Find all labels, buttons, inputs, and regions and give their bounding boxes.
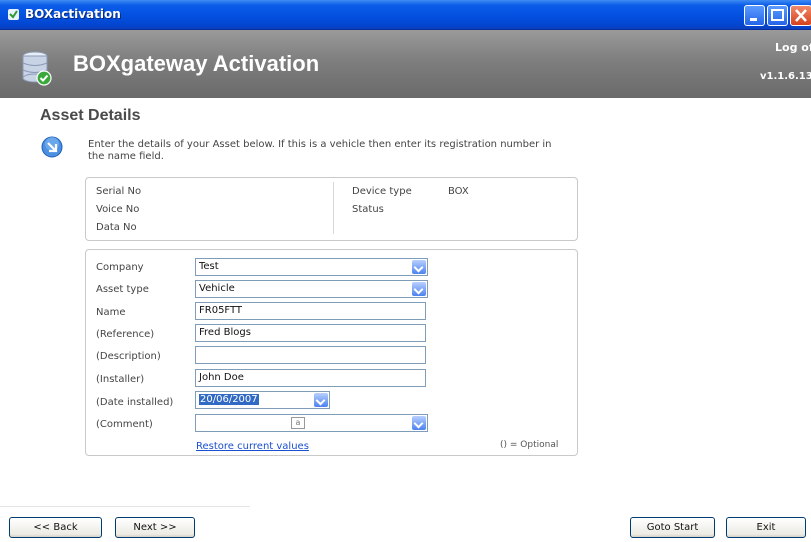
footer-divider bbox=[0, 506, 250, 507]
device-type-label: Device type bbox=[352, 186, 412, 197]
app-icon bbox=[8, 9, 19, 20]
date-installed-value: 20/06/2007 bbox=[199, 394, 259, 405]
version-label: v1.1.6.13 bbox=[760, 71, 811, 82]
comment-label: (Comment) bbox=[96, 419, 153, 430]
installer-label: (Installer) bbox=[96, 374, 145, 385]
asset-type-select[interactable]: Vehicle bbox=[195, 280, 428, 298]
database-check-icon bbox=[22, 51, 52, 86]
close-button[interactable] bbox=[790, 5, 811, 26]
exit-button[interactable]: Exit bbox=[726, 517, 806, 538]
page-title: Asset Details bbox=[40, 107, 141, 124]
reference-label: (Reference) bbox=[96, 329, 155, 340]
asset-type-value: Vehicle bbox=[199, 283, 235, 294]
device-info-panel bbox=[85, 177, 578, 241]
reference-field[interactable]: Fred Blogs bbox=[195, 324, 426, 342]
maximize-button[interactable] bbox=[767, 5, 788, 26]
device-type-value: BOX bbox=[448, 186, 469, 197]
back-button[interactable]: << Back bbox=[9, 517, 102, 538]
status-label: Status bbox=[352, 204, 384, 215]
maximize-icon bbox=[771, 9, 784, 21]
chevron-down-icon[interactable] bbox=[314, 393, 328, 407]
chevron-down-icon[interactable] bbox=[412, 282, 426, 296]
date-installed-label: (Date installed) bbox=[96, 397, 174, 408]
description-label: (Description) bbox=[96, 351, 161, 362]
company-value: Test bbox=[199, 261, 219, 272]
company-select[interactable]: Test bbox=[195, 258, 428, 276]
goto-start-button[interactable]: Goto Start bbox=[630, 517, 715, 538]
optional-note: () = Optional bbox=[500, 440, 559, 450]
description-field[interactable] bbox=[195, 346, 426, 364]
minimize-icon bbox=[750, 18, 757, 21]
chevron-down-icon[interactable] bbox=[412, 260, 426, 274]
installer-field[interactable]: John Doe bbox=[195, 369, 426, 387]
arrow-down-right-icon bbox=[41, 136, 63, 158]
minimize-button[interactable] bbox=[744, 5, 765, 26]
comment-select[interactable]: a bbox=[195, 414, 428, 432]
name-label: Name bbox=[96, 307, 126, 318]
date-installed-picker[interactable]: 20/06/2007 bbox=[195, 391, 330, 409]
data-no-label: Data No bbox=[96, 222, 137, 233]
app-header: BOXgateway Activation Log off v1.1.6.13 bbox=[0, 30, 811, 98]
chevron-down-icon[interactable] bbox=[412, 416, 426, 430]
asset-type-label: Asset type bbox=[96, 284, 149, 295]
info-divider bbox=[333, 182, 334, 234]
company-label: Company bbox=[96, 262, 144, 273]
close-icon bbox=[795, 9, 807, 22]
instructions-text: Enter the details of your Asset below. I… bbox=[88, 139, 552, 162]
voice-no-label: Voice No bbox=[96, 204, 140, 215]
text-glyph-icon: a bbox=[291, 417, 305, 429]
serial-no-label: Serial No bbox=[96, 186, 142, 197]
log-off-link[interactable]: Log off bbox=[775, 41, 811, 54]
window-title-bar[interactable]: BOXactivation bbox=[0, 0, 811, 30]
restore-values-link[interactable]: Restore current values bbox=[196, 441, 309, 452]
window-title: BOXactivation bbox=[25, 7, 121, 21]
app-header-title: BOXgateway Activation bbox=[73, 51, 320, 76]
next-button[interactable]: Next >> bbox=[115, 517, 195, 538]
name-field[interactable]: FR05FTT bbox=[195, 302, 426, 320]
